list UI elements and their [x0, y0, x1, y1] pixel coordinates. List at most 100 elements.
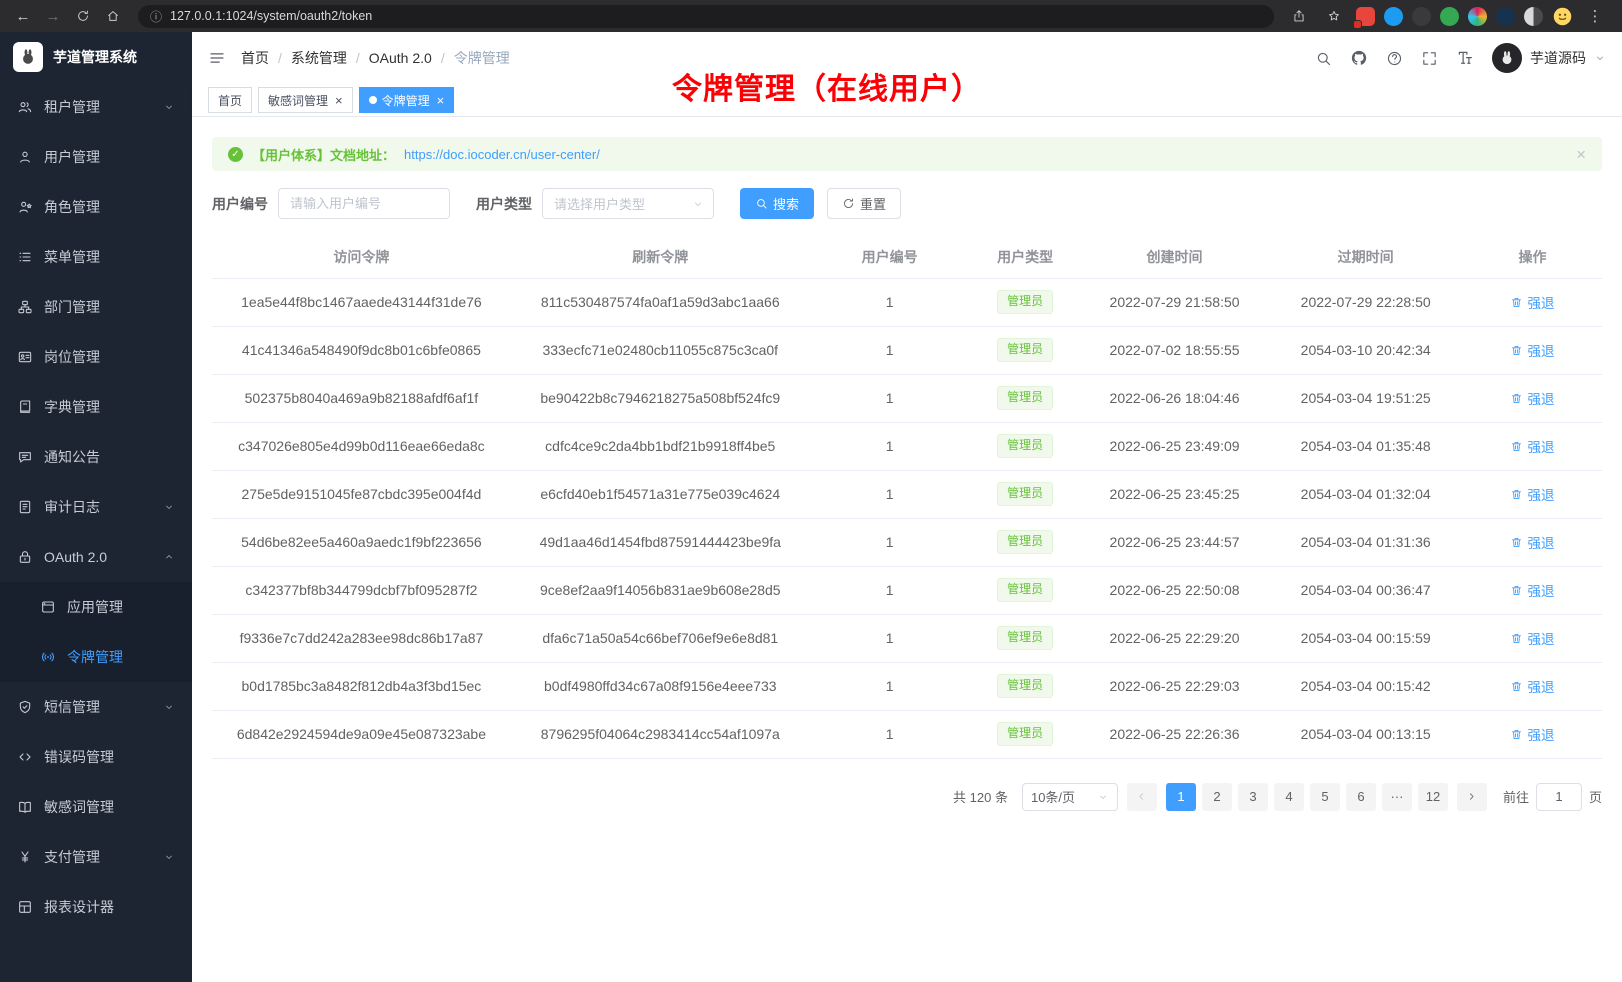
user-type-badge: 管理员: [997, 482, 1053, 506]
force-logout-button[interactable]: 强退: [1510, 388, 1554, 408]
extension-icon-7[interactable]: [1524, 7, 1543, 26]
sidebar-menu: 租户管理用户管理角色管理菜单管理部门管理岗位管理字典管理通知公告审计日志 OAut…: [0, 82, 192, 982]
success-check-icon: ✓: [228, 147, 243, 162]
sidebar-item-2[interactable]: 角色管理: [0, 182, 192, 232]
refresh-token-cell: be90422b8c7946218275a508bf524fc9: [511, 374, 810, 422]
page-button-12[interactable]: 12: [1418, 783, 1448, 811]
table-header-row: 访问令牌刷新令牌用户编号用户类型创建时间过期时间操作: [212, 237, 1602, 278]
user-id-cell: 1: [810, 518, 970, 566]
force-logout-button[interactable]: 强退: [1510, 724, 1554, 744]
breadcrumb-item-0[interactable]: 首页: [241, 48, 269, 68]
user-type-badge: 管理员: [997, 722, 1053, 746]
next-page-button[interactable]: [1457, 783, 1487, 811]
page-button-3[interactable]: 3: [1238, 783, 1268, 811]
page-button-1[interactable]: 1: [1166, 783, 1196, 811]
font-size-icon[interactable]: [1456, 49, 1474, 67]
force-logout-label: 强退: [1527, 388, 1554, 408]
breadcrumb-item-2[interactable]: OAuth 2.0: [369, 50, 432, 66]
bookmark-star-icon[interactable]: [1321, 4, 1347, 28]
sidebar-item-0[interactable]: 租户管理: [0, 82, 192, 132]
view-tab-0[interactable]: 首页: [208, 87, 252, 113]
tab-close-icon[interactable]: ×: [335, 94, 343, 107]
page-size-select[interactable]: 10条/页: [1022, 783, 1118, 811]
sidebar-item-10[interactable]: 应用管理: [0, 582, 192, 632]
address-bar[interactable]: ⓘ 127.0.0.1:1024/system/oauth2/token: [138, 5, 1274, 28]
search-icon[interactable]: [1315, 50, 1332, 67]
sidebar-item-4[interactable]: 部门管理: [0, 282, 192, 332]
expire-time-cell: 2054-03-04 00:36:47: [1268, 566, 1463, 614]
force-logout-button[interactable]: 强退: [1510, 580, 1554, 600]
expire-time-cell: 2054-03-04 00:15:59: [1268, 614, 1463, 662]
sidebar-item-label: 短信管理: [44, 697, 100, 717]
extension-icon-3[interactable]: [1412, 7, 1431, 26]
force-logout-label: 强退: [1527, 292, 1554, 312]
extension-icon-4[interactable]: [1440, 7, 1459, 26]
sidebar-item-13[interactable]: 错误码管理: [0, 732, 192, 782]
fullscreen-icon[interactable]: [1421, 50, 1438, 67]
search-button[interactable]: 搜索: [740, 188, 814, 219]
prev-page-button[interactable]: [1127, 783, 1157, 811]
access-token-cell: 502375b8040a469a9b82188afdf6af1f: [212, 374, 511, 422]
sidebar-item-9[interactable]: OAuth 2.0: [0, 532, 192, 582]
breadcrumb-separator: /: [356, 50, 360, 66]
sidebar-item-8[interactable]: 审计日志: [0, 482, 192, 532]
extension-icon-2[interactable]: [1384, 7, 1403, 26]
sidebar-item-14[interactable]: 敏感词管理: [0, 782, 192, 832]
page-button-4[interactable]: 4: [1274, 783, 1304, 811]
force-logout-button[interactable]: 强退: [1510, 532, 1554, 552]
sidebar-item-label: 岗位管理: [44, 347, 100, 367]
force-logout-button[interactable]: 强退: [1510, 484, 1554, 504]
reload-icon[interactable]: [70, 4, 96, 28]
reset-button[interactable]: 重置: [827, 188, 901, 219]
share-icon[interactable]: [1286, 4, 1312, 28]
force-logout-button[interactable]: 强退: [1510, 436, 1554, 456]
help-icon[interactable]: [1386, 50, 1403, 67]
extension-icon-1[interactable]: [1356, 7, 1375, 26]
extension-icon-6[interactable]: [1496, 7, 1515, 26]
chevron-down-icon: [1097, 791, 1109, 803]
sidebar-item-5[interactable]: 岗位管理: [0, 332, 192, 382]
user-menu[interactable]: 芋道源码: [1492, 43, 1606, 73]
page-ellipsis[interactable]: ···: [1382, 783, 1412, 811]
user-type-select[interactable]: 请选择用户类型: [542, 188, 714, 219]
sidebar-item-16[interactable]: 报表设计器: [0, 882, 192, 932]
sidebar-item-12[interactable]: 短信管理: [0, 682, 192, 732]
user-id-cell: 1: [810, 710, 970, 758]
view-tab-2[interactable]: 令牌管理×: [359, 87, 455, 113]
force-logout-button[interactable]: 强退: [1510, 628, 1554, 648]
sidebar-item-1[interactable]: 用户管理: [0, 132, 192, 182]
alert-doc-link[interactable]: https://doc.iocoder.cn/user-center/: [404, 147, 600, 162]
tab-close-icon[interactable]: ×: [437, 94, 445, 107]
breadcrumb-item-1[interactable]: 系统管理: [291, 48, 347, 68]
force-logout-button[interactable]: 强退: [1510, 292, 1554, 312]
user-id-cell: 1: [810, 614, 970, 662]
force-logout-button[interactable]: 强退: [1510, 676, 1554, 696]
action-cell: 强退: [1463, 662, 1602, 710]
browser-menu-icon[interactable]: ⋮: [1582, 4, 1608, 28]
refresh-token-cell: dfa6c71a50a54c66bef706ef9e6e8d81: [511, 614, 810, 662]
sidebar-item-15[interactable]: 支付管理: [0, 832, 192, 882]
force-logout-button[interactable]: 强退: [1510, 340, 1554, 360]
github-icon[interactable]: [1350, 49, 1368, 67]
goto-page-input[interactable]: [1536, 783, 1582, 811]
user-id-input[interactable]: [278, 188, 450, 219]
sidebar-item-label: OAuth 2.0: [44, 549, 107, 565]
back-icon[interactable]: ←: [10, 4, 36, 28]
alert-close-icon[interactable]: ×: [1576, 146, 1586, 163]
profile-avatar-icon[interactable]: [1552, 6, 1573, 27]
sidebar-item-11[interactable]: 令牌管理: [0, 632, 192, 682]
extension-icon-5[interactable]: [1468, 7, 1487, 26]
page-button-6[interactable]: 6: [1346, 783, 1376, 811]
column-header: 用户编号: [810, 237, 970, 278]
sidebar-item-7[interactable]: 通知公告: [0, 432, 192, 482]
app-logo[interactable]: 芋道管理系统: [0, 32, 192, 82]
sidebar-item-3[interactable]: 菜单管理: [0, 232, 192, 282]
sidebar-item-6[interactable]: 字典管理: [0, 382, 192, 432]
forward-icon[interactable]: →: [40, 4, 66, 28]
page-button-5[interactable]: 5: [1310, 783, 1340, 811]
home-icon[interactable]: [100, 4, 126, 28]
view-tab-1[interactable]: 敏感词管理×: [258, 87, 353, 113]
page-button-2[interactable]: 2: [1202, 783, 1232, 811]
site-info-icon[interactable]: ⓘ: [150, 8, 162, 25]
hamburger-icon[interactable]: [208, 49, 226, 67]
